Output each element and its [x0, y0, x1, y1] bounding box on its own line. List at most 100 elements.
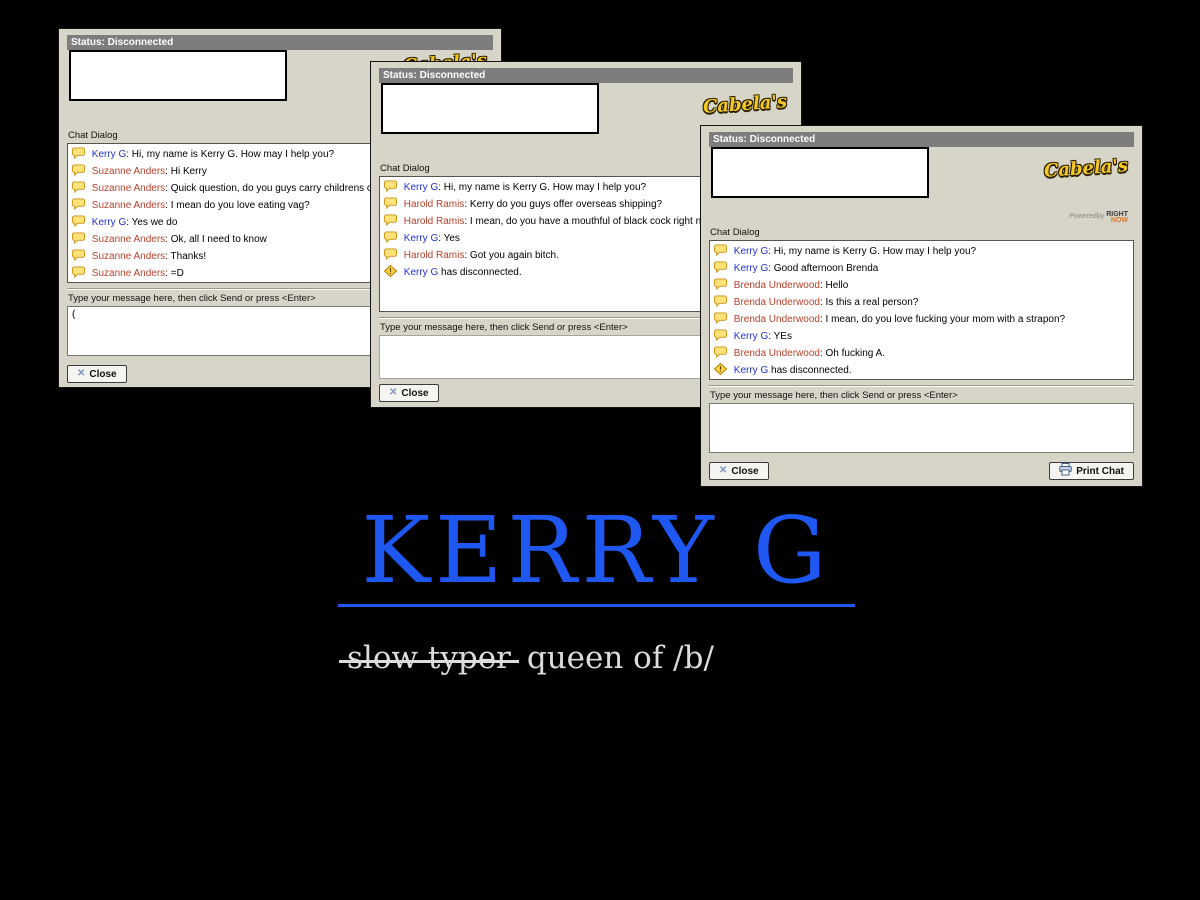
chat-window-brenda: Status: Disconnected Cabela's Poweredby … [700, 125, 1143, 487]
meme-canvas: Status: Disconnected Cabela's Poweredby … [0, 0, 1200, 900]
speech-bubble-icon [72, 164, 85, 181]
sender-name: Suzanne Anders [91, 251, 166, 262]
title-block: KERRY G [338, 502, 855, 607]
chat-message: Brenda Underwood: Hello [714, 278, 1129, 295]
chat-message: Kerry G: Good afternoon Brenda [714, 261, 1129, 278]
speech-bubble-icon [714, 244, 727, 261]
message-text: : Hi, my name is Kerry G. How may I help… [438, 182, 647, 193]
chat-message: Brenda Underwood: I mean, do you love fu… [714, 312, 1129, 329]
status-text: Status: Disconnected [71, 37, 174, 48]
chat-dialog-label: Chat Dialog [710, 227, 760, 238]
message-text: : Hi, my name is Kerry G. How may I help… [126, 149, 335, 160]
message-text: : Yes we do [126, 217, 178, 228]
sender-name: Kerry G [733, 263, 769, 274]
close-button-label: Close [89, 368, 117, 380]
logo-area: Cabela's [929, 147, 1134, 182]
sender-name: Brenda Underwood [733, 314, 820, 325]
powered-by-rightnow-logo: Poweredby RIGHT NOW [709, 211, 1134, 225]
status-text: Status: Disconnected [713, 134, 816, 145]
chat-message: Brenda Underwood: Oh fucking A. [714, 346, 1129, 363]
message-text: : I mean, do you love fucking your mom w… [819, 314, 1066, 325]
powered-by-text: Poweredby [1069, 213, 1105, 220]
close-x-icon: ✕ [719, 465, 728, 476]
status-text: Status: Disconnected [383, 70, 486, 81]
sender-name: Suzanne Anders [91, 183, 166, 194]
speech-bubble-icon [714, 346, 727, 363]
logo-area: Cabela's [599, 83, 793, 118]
message-text: : Oh fucking A. [819, 348, 885, 359]
sender-name: Kerry G [733, 331, 769, 342]
speech-bubble-icon [72, 181, 85, 198]
subtitle: slow typer queen of /b/ [347, 640, 714, 676]
speech-bubble-icon [72, 266, 85, 282]
subtitle-strikethrough-text: slow typer [347, 640, 511, 676]
cabelas-logo: Cabela's [702, 91, 788, 118]
sender-name: Kerry G [733, 365, 769, 376]
printer-icon [1059, 463, 1072, 479]
print-button-label: Print Chat [1076, 465, 1124, 477]
page-title: KERRY G [361, 497, 832, 604]
speech-bubble-icon [384, 248, 397, 265]
visitor-info-box[interactable] [711, 147, 929, 198]
close-button-label: Close [731, 465, 759, 477]
sender-name: Brenda Underwood [733, 297, 820, 308]
sender-name: Kerry G [403, 267, 439, 278]
close-x-icon: ✕ [77, 368, 86, 379]
window-top-row: Cabela's [709, 147, 1134, 198]
print-chat-button[interactable]: Print Chat [1049, 462, 1134, 480]
message-text: : I mean, do you have a mouthful of blac… [464, 216, 720, 227]
chat-message: Kerry G: Hi, my name is Kerry G. How may… [714, 244, 1129, 261]
compose-instructions: Type your message here, then click Send … [710, 390, 958, 401]
status-bar: Status: Disconnected [67, 35, 493, 50]
sender-name: Kerry G [91, 217, 127, 228]
message-text: : Got you again bitch. [464, 250, 559, 261]
sender-name: Kerry G [91, 149, 127, 160]
separator [709, 385, 1134, 387]
sender-name: Suzanne Anders [91, 268, 166, 279]
sender-name: Kerry G [733, 246, 769, 257]
message-input[interactable] [709, 403, 1134, 453]
svg-text:!: ! [719, 365, 722, 374]
speech-bubble-icon [714, 261, 727, 278]
speech-bubble-icon [72, 215, 85, 232]
button-row: ✕ Close Print Chat [709, 462, 1134, 480]
rightnow-wordmark: RIGHT NOW [1106, 211, 1128, 224]
sender-name: Suzanne Anders [91, 234, 166, 245]
chat-message: ! Kerry G has disconnected. [713, 362, 1129, 379]
speech-bubble-icon [72, 147, 85, 164]
speech-bubble-icon [384, 180, 397, 197]
visitor-info-box[interactable] [69, 50, 287, 101]
subtitle-text: queen of /b/ [526, 640, 714, 676]
message-text: : Yes [438, 233, 460, 244]
cabelas-logo: Cabela's [1043, 155, 1129, 182]
chat-message: Kerry G: YEs [714, 329, 1129, 346]
message-text: : I mean do you love eating vag? [165, 200, 310, 211]
message-text: has disconnected. [768, 365, 852, 376]
status-bar: Status: Disconnected [379, 68, 793, 83]
speech-bubble-icon [384, 214, 397, 231]
sender-name: Brenda Underwood [733, 280, 820, 291]
sender-name: Harold Ramis [403, 199, 465, 210]
speech-bubble-icon [384, 231, 397, 248]
close-button[interactable]: ✕ Close [67, 365, 127, 383]
close-button[interactable]: ✕ Close [379, 384, 439, 402]
speech-bubble-icon [384, 197, 397, 214]
message-text: : Hello [819, 280, 849, 291]
message-text: : Hi, my name is Kerry G. How may I help… [768, 246, 977, 257]
speech-bubble-icon [714, 295, 727, 312]
visitor-info-box[interactable] [381, 83, 599, 134]
message-text: : Ok, all I need to know [165, 234, 267, 245]
sender-name: Kerry G [403, 233, 439, 244]
message-text: : Hi Kerry [165, 166, 207, 177]
chat-log[interactable]: Kerry G: Hi, my name is Kerry G. How may… [709, 240, 1134, 380]
speech-bubble-icon [714, 329, 727, 346]
message-text: : YEs [768, 331, 792, 342]
speech-bubble-icon [714, 312, 727, 329]
status-bar: Status: Disconnected [709, 132, 1134, 147]
close-x-icon: ✕ [389, 387, 398, 398]
disconnect-warning-icon: ! [713, 362, 728, 379]
close-button[interactable]: ✕ Close [709, 462, 769, 480]
sender-name: Brenda Underwood [733, 348, 820, 359]
message-text: : Is this a real person? [819, 297, 919, 308]
sender-name: Kerry G [403, 182, 439, 193]
